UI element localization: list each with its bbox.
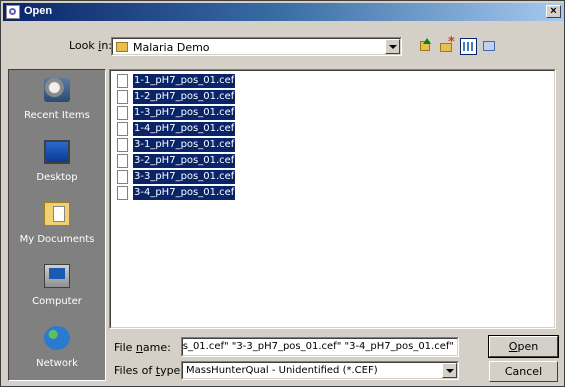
list-view-icon[interactable] bbox=[460, 38, 477, 55]
look-in-label: Look in: bbox=[69, 39, 113, 52]
file-name-value: pos_01.cef" "3-3_pH7_pos_01.cef" "3-4_pH… bbox=[181, 341, 454, 352]
computer-icon bbox=[44, 264, 70, 288]
open-button[interactable]: Open bbox=[488, 335, 559, 358]
look-in-dropdown[interactable]: Malaria Demo bbox=[111, 37, 402, 56]
file-icon bbox=[117, 74, 128, 88]
list-item[interactable]: 3-4_pH7_pos_01.cef bbox=[115, 185, 237, 201]
file-name: 3-2_pH7_pos_01.cef bbox=[133, 154, 236, 168]
new-folder-icon[interactable] bbox=[438, 35, 455, 55]
up-folder-icon[interactable] bbox=[417, 38, 434, 55]
open-dialog: Open × Look in: Malaria Demo Recent Item… bbox=[0, 0, 565, 387]
file-icon bbox=[117, 170, 128, 184]
cancel-button[interactable]: Cancel bbox=[489, 361, 558, 382]
place-label: Computer bbox=[32, 296, 82, 307]
list-item[interactable]: 3-1_pH7_pos_01.cef bbox=[115, 137, 237, 153]
place-label: My Documents bbox=[19, 234, 95, 245]
place-desktop[interactable]: Desktop bbox=[9, 134, 105, 190]
desktop-icon bbox=[44, 140, 70, 164]
search-icon bbox=[6, 5, 20, 19]
list-item[interactable]: 1-2_pH7_pos_01.cef bbox=[115, 89, 237, 105]
place-recent-items[interactable]: Recent Items bbox=[9, 72, 105, 128]
place-label: Network bbox=[36, 358, 78, 369]
look-in-value: Malaria Demo bbox=[133, 41, 210, 54]
network-icon bbox=[44, 326, 70, 350]
list-item[interactable]: 3-2_pH7_pos_01.cef bbox=[115, 153, 237, 169]
file-icon bbox=[117, 186, 128, 200]
place-my-documents[interactable]: My Documents bbox=[9, 196, 105, 252]
list-item[interactable]: 1-1_pH7_pos_01.cef bbox=[115, 73, 237, 89]
title-bar[interactable]: Open × bbox=[3, 3, 564, 21]
file-icon bbox=[117, 106, 128, 120]
file-name-input[interactable]: pos_01.cef" "3-3_pH7_pos_01.cef" "3-4_pH… bbox=[181, 337, 459, 357]
place-label: Desktop bbox=[36, 172, 78, 183]
file-name: 1-1_pH7_pos_01.cef bbox=[133, 74, 236, 88]
file-icon bbox=[117, 138, 128, 152]
file-type-dropdown[interactable]: MassHunterQual - Unidentified (*.CEF) bbox=[181, 361, 459, 380]
file-name: 1-2_pH7_pos_01.cef bbox=[133, 90, 236, 104]
chevron-down-icon[interactable] bbox=[385, 39, 400, 54]
file-type-label: Files of type: bbox=[114, 364, 185, 377]
list-item[interactable]: 3-3_pH7_pos_01.cef bbox=[115, 169, 237, 185]
file-type-value: MassHunterQual - Unidentified (*.CEF) bbox=[186, 365, 378, 376]
file-icon bbox=[117, 154, 128, 168]
folder-icon bbox=[116, 42, 128, 52]
file-name: 3-4_pH7_pos_01.cef bbox=[133, 186, 236, 200]
close-button[interactable]: × bbox=[546, 5, 561, 18]
file-name: 1-3_pH7_pos_01.cef bbox=[133, 106, 236, 120]
place-network[interactable]: Network bbox=[9, 320, 105, 376]
file-icon bbox=[117, 90, 128, 104]
recent-items-icon bbox=[44, 78, 70, 102]
window-title: Open bbox=[24, 5, 53, 17]
view-menu-icon[interactable] bbox=[481, 38, 498, 55]
list-item[interactable]: 1-3_pH7_pos_01.cef bbox=[115, 105, 237, 121]
file-list[interactable]: 1-1_pH7_pos_01.cef 1-2_pH7_pos_01.cef 1-… bbox=[109, 69, 556, 329]
file-name: 3-1_pH7_pos_01.cef bbox=[133, 138, 236, 152]
file-name: 1-4_pH7_pos_01.cef bbox=[133, 122, 236, 136]
chevron-down-icon[interactable] bbox=[442, 363, 457, 378]
my-documents-icon bbox=[44, 202, 70, 226]
place-computer[interactable]: Computer bbox=[9, 258, 105, 314]
places-bar: Recent Items Desktop My Documents Comput… bbox=[8, 69, 106, 381]
list-item[interactable]: 1-4_pH7_pos_01.cef bbox=[115, 121, 237, 137]
file-name-label: File name: bbox=[114, 341, 171, 354]
file-name: 3-3_pH7_pos_01.cef bbox=[133, 170, 236, 184]
file-icon bbox=[117, 122, 128, 136]
place-label: Recent Items bbox=[24, 110, 90, 121]
